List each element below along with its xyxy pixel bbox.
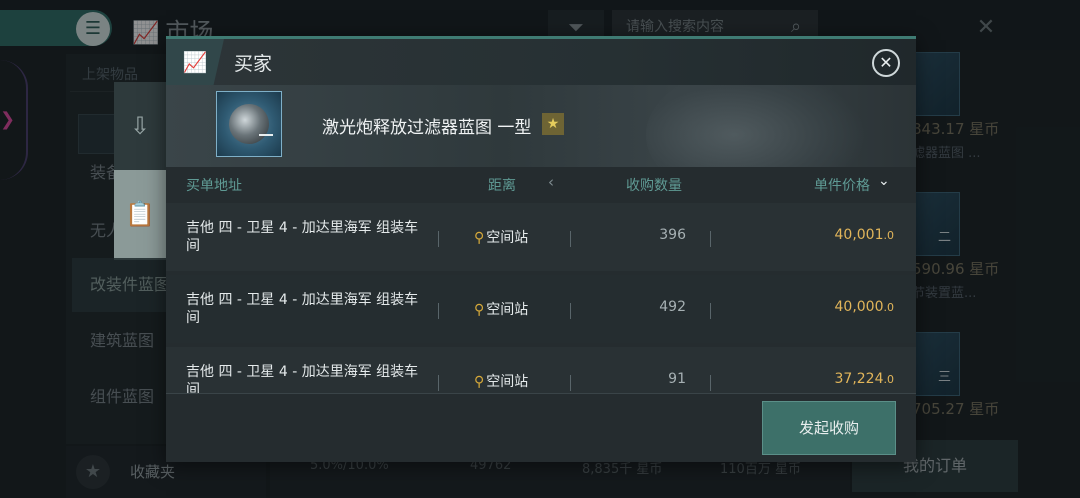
divider (570, 231, 571, 247)
table-row[interactable]: 吉他 四 - 卫星 4 - 加达里海军 组装车间 ⚲ 空间站 492 40,000… (166, 275, 916, 343)
column-header-quantity[interactable]: 收购数量 (626, 175, 682, 195)
divider (710, 231, 711, 247)
item-icon[interactable] (216, 91, 282, 157)
order-quantity: 91 (668, 371, 686, 387)
divider (710, 303, 711, 319)
order-distance: ⚲ 空间站 (474, 227, 528, 247)
divider (710, 375, 711, 391)
modal-side-tabs: ⇩ 📋 (114, 82, 166, 260)
chevron-left-icon[interactable]: ‹ (548, 173, 554, 191)
item-orb (229, 104, 269, 144)
item-level-mark (259, 134, 273, 136)
column-header-distance[interactable]: 距离 (488, 175, 516, 195)
price-integer: 40,001 (834, 227, 884, 243)
location-pin-icon: ⚲ (474, 230, 485, 246)
distance-text: 空间站 (486, 230, 529, 246)
list-divider (166, 393, 916, 394)
column-header-unit-price[interactable]: 单件价格 (814, 175, 870, 195)
item-banner: 激光炮释放过滤器蓝图 一型 ★ (166, 85, 916, 167)
divider (438, 303, 439, 319)
clipboard-icon: 📋 (125, 200, 155, 228)
divider (438, 231, 439, 247)
order-price: 40,001.0 (766, 227, 895, 243)
buyers-dialog: 📈 买家 ✕ 激光炮释放过滤器蓝图 一型 ★ 买单地址 距离 ‹ 收购数量 单件… (166, 36, 916, 462)
table-row[interactable]: 吉他 四 - 卫星 4 - 加达里海军 组装车间 ⚲ 空间站 396 40,001… (166, 203, 916, 271)
distance-text: 空间站 (486, 374, 529, 390)
price-integer: 40,000 (834, 299, 884, 315)
column-header-address: 买单地址 (186, 178, 242, 194)
order-address: 吉他 四 - 卫星 4 - 加达里海军 组装车间 (186, 292, 419, 326)
place-buy-order-button[interactable]: 发起收购 (762, 401, 896, 455)
divider (570, 303, 571, 319)
price-decimal: .0 (883, 229, 895, 242)
download-cart-icon: ⇩ (129, 112, 151, 140)
order-address: 吉他 四 - 卫星 4 - 加达里海军 组装车间 (186, 220, 419, 254)
order-price: 37,224.0 (766, 371, 895, 387)
dialog-header: 📈 买家 ✕ (166, 39, 916, 85)
order-distance: ⚲ 空间站 (474, 371, 528, 391)
order-distance: ⚲ 空间站 (474, 299, 528, 319)
favorite-star-icon[interactable]: ★ (542, 113, 564, 135)
item-name: 激光炮释放过滤器蓝图 一型 (322, 118, 532, 138)
banner-decoration (646, 85, 866, 167)
tab-sell-orders[interactable]: ⇩ (114, 82, 166, 170)
price-decimal: .0 (883, 373, 895, 386)
close-icon[interactable]: ✕ (872, 49, 900, 77)
divider (438, 375, 439, 391)
chart-line-icon: 📈 (166, 39, 224, 85)
order-address: 吉他 四 - 卫星 4 - 加达里海军 组装车间 (186, 364, 419, 393)
divider (570, 375, 571, 391)
location-pin-icon: ⚲ (474, 302, 485, 318)
order-price: 40,000.0 (766, 299, 895, 315)
dialog-title: 买家 (234, 53, 273, 75)
distance-text: 空间站 (486, 302, 529, 318)
location-pin-icon: ⚲ (474, 374, 485, 390)
order-quantity: 396 (659, 227, 686, 243)
tab-buy-orders[interactable]: 📋 (114, 170, 166, 258)
chevron-down-icon[interactable]: ⌄ (878, 173, 890, 189)
price-decimal: .0 (883, 301, 895, 314)
price-integer: 37,224 (834, 371, 884, 387)
table-row[interactable]: 吉他 四 - 卫星 4 - 加达里海军 组装车间 ⚲ 空间站 91 37,224.… (166, 347, 916, 393)
order-quantity: 492 (659, 299, 686, 315)
